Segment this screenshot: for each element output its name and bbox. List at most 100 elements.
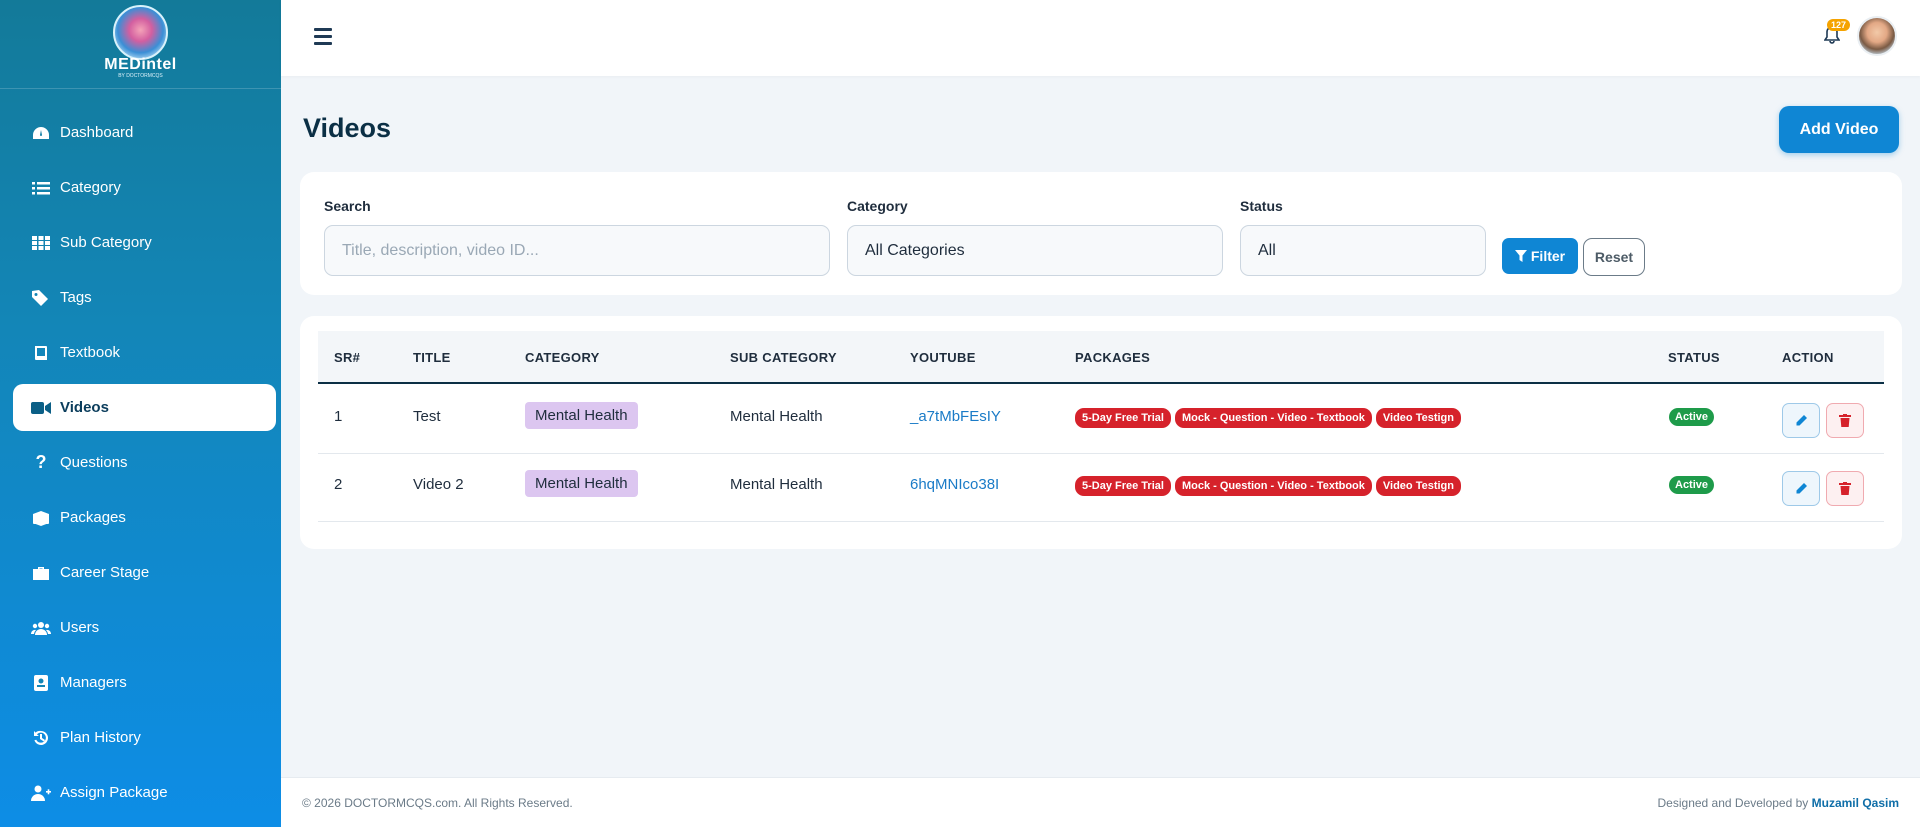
cell-title: Test <box>413 408 441 425</box>
sidebar-item-plan-history[interactable]: Plan History <box>13 714 276 761</box>
cell-sub-category: Mental Health <box>730 408 823 425</box>
cell-sr: 2 <box>334 476 343 493</box>
cell-title: Video 2 <box>413 476 464 493</box>
filter-icon <box>1514 250 1527 262</box>
add-video-button[interactable]: Add Video <box>1779 106 1899 153</box>
sidebar-item-label: Tags <box>60 289 92 306</box>
users-icon <box>31 620 51 636</box>
grid-icon <box>31 235 51 251</box>
brand-name: MEDintel <box>104 56 177 73</box>
column-header: SUB CATEGORY <box>730 350 837 365</box>
box-icon <box>31 510 51 526</box>
videos-table: SR# TITLE CATEGORY SUB CATEGORY YOUTUBE … <box>300 316 1902 549</box>
briefcase-icon <box>31 565 51 581</box>
trash-icon <box>1839 482 1851 495</box>
table-header: SR# TITLE CATEGORY SUB CATEGORY YOUTUBE … <box>318 331 1884 384</box>
reset-button[interactable]: Reset <box>1583 238 1645 276</box>
sidebar-item-packages[interactable]: Packages <box>13 494 276 541</box>
page-title: Videos <box>303 113 392 143</box>
status-select[interactable]: All <box>1240 225 1486 276</box>
delete-button[interactable] <box>1826 471 1864 506</box>
copyright-text: © 2026 DOCTORMCQS.com. All Rights Reserv… <box>302 796 573 810</box>
list-icon <box>31 180 51 196</box>
sidebar-item-managers[interactable]: Managers <box>13 659 276 706</box>
youtube-link[interactable]: 6hqMNIco38I <box>910 476 999 493</box>
book-icon <box>31 345 51 361</box>
column-header: CATEGORY <box>525 350 600 365</box>
table-row: 2 Video 2 Mental Health Mental Health 6h… <box>318 454 1884 522</box>
column-header: SR# <box>334 350 361 365</box>
sidebar-item-tags[interactable]: Tags <box>13 274 276 321</box>
filter-card: Search Category All Categories Status Al… <box>300 172 1902 295</box>
sidebar-item-users[interactable]: Users <box>13 604 276 651</box>
sidebar-item-label: Dashboard <box>60 124 134 141</box>
table-row: 1 Test Mental Health Mental Health _a7tM… <box>318 386 1884 454</box>
sidebar-item-label: Managers <box>60 674 127 691</box>
sidebar-item-label: Videos <box>60 399 109 416</box>
user-plus-icon <box>31 785 51 801</box>
sidebar-item-label: Textbook <box>60 344 121 361</box>
sidebar-item-label: Career Stage <box>60 564 150 581</box>
search-input[interactable] <box>324 225 830 276</box>
history-icon <box>31 730 51 746</box>
packages-list: 5-Day Free Trial Mock - Question - Video… <box>1075 408 1461 428</box>
package-badge: Video Testign <box>1375 476 1461 496</box>
status-badge: Active <box>1669 408 1715 426</box>
category-pill: Mental Health <box>525 470 638 497</box>
sidebar-item-category[interactable]: Category <box>13 164 276 211</box>
sidebar-nav: Dashboard Category Sub Category Tags Tex… <box>13 109 276 824</box>
delete-button[interactable] <box>1826 403 1864 438</box>
column-header: YOUTUBE <box>910 350 976 365</box>
search-label: Search <box>324 198 371 214</box>
category-pill: Mental Health <box>525 402 638 429</box>
sidebar-item-videos[interactable]: Videos <box>13 384 276 431</box>
brand-tagline: BY DOCTORMCQS <box>118 73 163 79</box>
sidebar-item-sub-category[interactable]: Sub Category <box>13 219 276 266</box>
dashboard-icon <box>31 125 51 141</box>
logo[interactable]: MEDintel BY DOCTORMCQS <box>0 0 281 89</box>
credit-prefix: Designed and Developed by <box>1657 796 1809 810</box>
sidebar-item-assign-package[interactable]: Assign Package <box>13 769 276 816</box>
sidebar-item-dashboard[interactable]: Dashboard <box>13 109 276 156</box>
edit-button[interactable] <box>1782 403 1820 438</box>
avatar[interactable] <box>1857 16 1897 56</box>
column-header: PACKAGES <box>1075 350 1151 365</box>
package-badge: Video Testign <box>1375 408 1461 428</box>
credit-text: Designed and Developed by Muzamil Qasim <box>1658 796 1899 810</box>
pencil-icon <box>1796 483 1807 494</box>
edit-button[interactable] <box>1782 471 1820 506</box>
pencil-icon <box>1796 415 1807 426</box>
id-badge-icon <box>31 674 51 691</box>
question-icon: ? <box>35 452 47 472</box>
filter-button[interactable]: Filter <box>1502 238 1578 274</box>
column-header: STATUS <box>1668 350 1720 365</box>
status-badge: Active <box>1669 476 1715 494</box>
column-header: TITLE <box>413 350 451 365</box>
package-badge: 5-Day Free Trial <box>1075 408 1171 428</box>
filter-button-label: Filter <box>1530 248 1566 264</box>
package-badge: 5-Day Free Trial <box>1075 476 1171 496</box>
sidebar-item-label: Packages <box>60 509 126 526</box>
sidebar-item-textbook[interactable]: Textbook <box>13 329 276 376</box>
category-select-value: All Categories <box>865 241 965 259</box>
footer: © 2026 DOCTORMCQS.com. All Rights Reserv… <box>281 777 1920 827</box>
status-label: Status <box>1240 198 1283 214</box>
sidebar-item-label: Assign Package <box>60 784 168 801</box>
menu-toggle-icon[interactable] <box>314 28 332 45</box>
cell-sr: 1 <box>334 408 343 425</box>
sidebar-item-label: Users <box>60 619 100 636</box>
cell-sub-category: Mental Health <box>730 476 823 493</box>
youtube-link[interactable]: _a7tMbFEsIY <box>910 408 1001 425</box>
sidebar-item-label: Category <box>60 179 121 196</box>
package-badge: Mock - Question - Video - Textbook <box>1174 476 1372 496</box>
topbar: 127 <box>281 0 1920 76</box>
trash-icon <box>1839 414 1851 427</box>
sidebar: MEDintel BY DOCTORMCQS Dashboard Categor… <box>0 0 281 827</box>
sidebar-item-label: Sub Category <box>60 234 152 251</box>
category-select[interactable]: All Categories <box>847 225 1223 276</box>
sidebar-item-questions[interactable]: ? Questions <box>13 439 276 486</box>
sidebar-item-career-stage[interactable]: Career Stage <box>13 549 276 596</box>
packages-list: 5-Day Free Trial Mock - Question - Video… <box>1075 476 1461 496</box>
developer-link[interactable]: Muzamil Qasim <box>1812 796 1899 810</box>
notification-badge: 127 <box>1827 19 1851 31</box>
